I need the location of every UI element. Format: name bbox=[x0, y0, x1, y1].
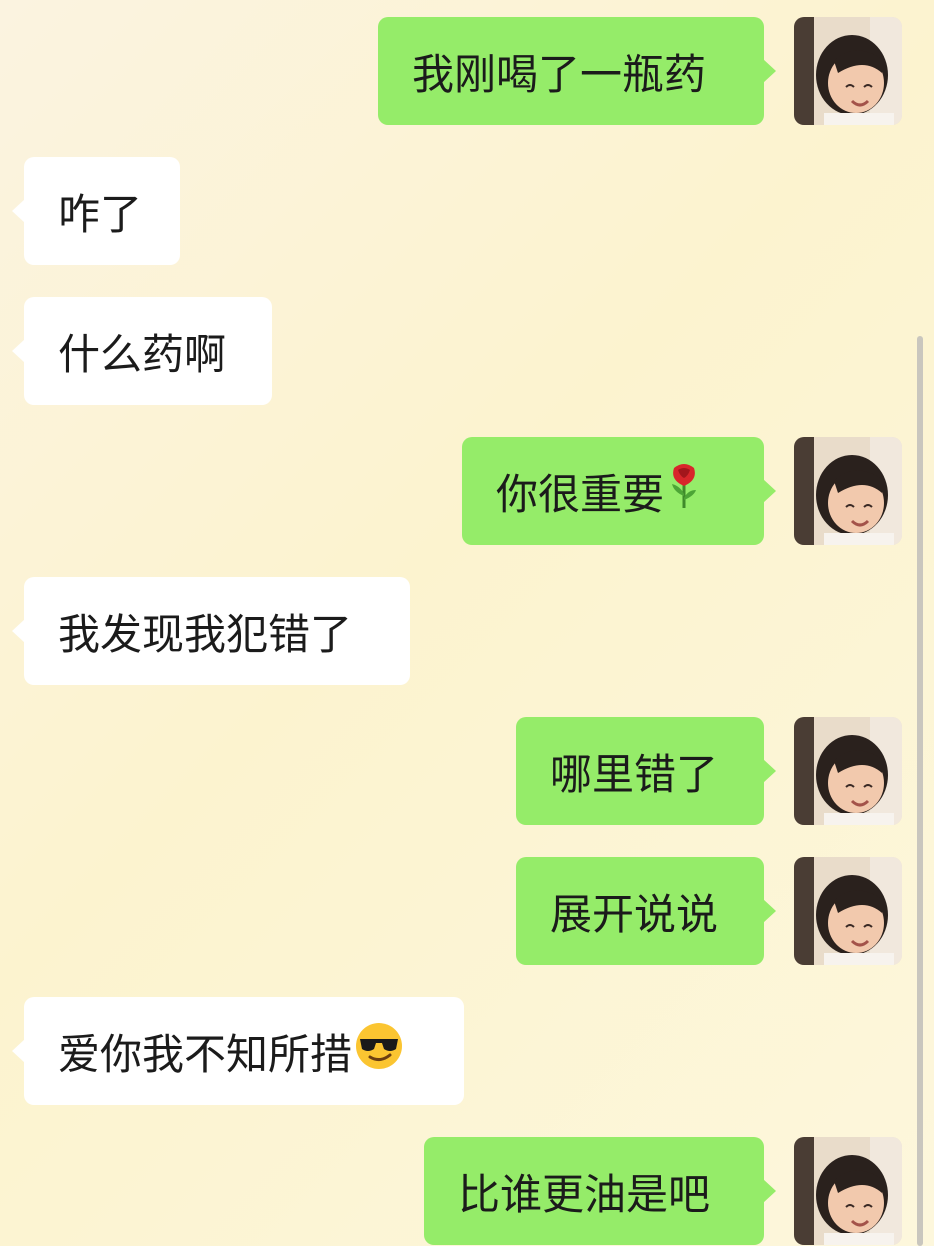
avatar-photo-icon bbox=[794, 437, 902, 545]
message-bubble-incoming[interactable]: 什么药啊 bbox=[12, 297, 272, 405]
avatar-photo-icon bbox=[794, 717, 902, 825]
avatar[interactable] bbox=[794, 717, 902, 825]
message-text: 我刚喝了一瓶药 bbox=[412, 49, 707, 99]
message-text: 爱你我不知所措 bbox=[58, 1029, 353, 1079]
avatar-photo-icon bbox=[794, 857, 902, 965]
message-bubble-outgoing[interactable]: 展开说说 bbox=[516, 857, 776, 965]
message-text: 哪里错了 bbox=[550, 749, 719, 799]
avatar[interactable] bbox=[794, 437, 902, 545]
avatar-photo-icon bbox=[794, 17, 902, 125]
message-bubble-outgoing[interactable]: 我刚喝了一瓶药 bbox=[378, 17, 776, 125]
message-bubble-outgoing[interactable]: 你很重要 bbox=[462, 437, 776, 545]
message-text: 咋了 bbox=[58, 189, 143, 239]
message-text: 比谁更油是吧 bbox=[458, 1169, 711, 1219]
avatar[interactable] bbox=[794, 1137, 902, 1245]
avatar[interactable] bbox=[794, 17, 902, 125]
message-bubble-incoming[interactable]: 咋了 bbox=[12, 157, 180, 265]
smiling-face-with-sunglasses-icon bbox=[354, 1021, 404, 1081]
scrollbar[interactable] bbox=[917, 336, 923, 1246]
message-bubble-incoming[interactable]: 爱你我不知所措 bbox=[12, 997, 464, 1105]
message-bubble-incoming[interactable]: 我发现我犯错了 bbox=[12, 577, 410, 685]
rose-icon bbox=[666, 462, 702, 520]
message-text: 你很重要 bbox=[496, 469, 665, 519]
avatar[interactable] bbox=[794, 857, 902, 965]
message-text: 我发现我犯错了 bbox=[58, 609, 353, 659]
message-bubble-outgoing[interactable]: 哪里错了 bbox=[516, 717, 776, 825]
message-bubble-outgoing[interactable]: 比谁更油是吧 bbox=[424, 1137, 776, 1245]
message-text: 什么药啊 bbox=[58, 329, 227, 379]
message-text: 展开说说 bbox=[550, 889, 719, 939]
avatar-photo-icon bbox=[794, 1137, 902, 1245]
